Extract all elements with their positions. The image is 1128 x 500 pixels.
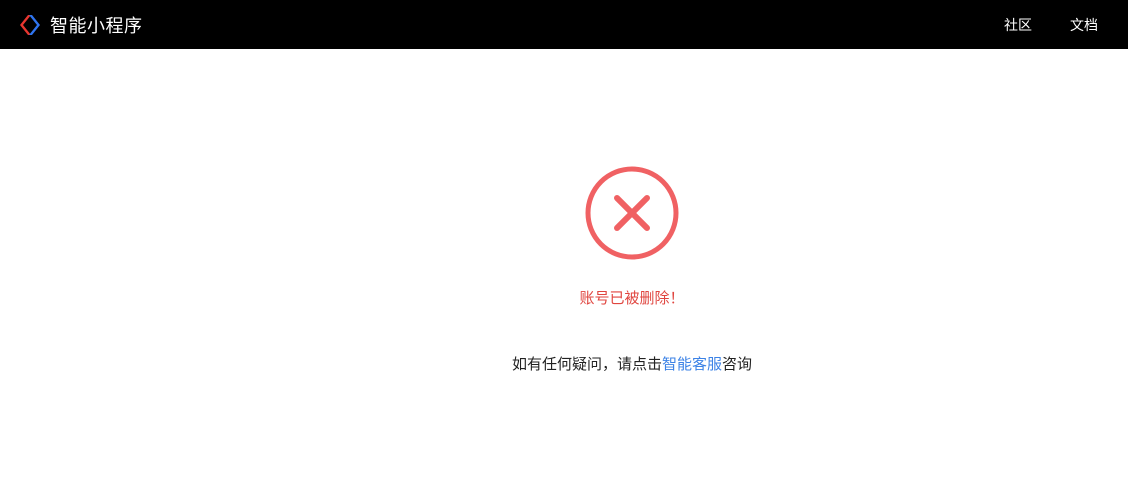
top-navbar: 智能小程序 社区 文档: [0, 0, 1128, 49]
top-nav: 社区 文档: [966, 0, 1098, 49]
error-x-circle-icon: [585, 166, 679, 260]
nav-link-community[interactable]: 社区: [1004, 15, 1032, 35]
main-content: 账号已被删除！ 如有任何疑问，请点击智能客服咨询: [0, 49, 1128, 500]
account-deleted-message: 账号已被删除！: [579, 289, 685, 307]
brand-title: 智能小程序: [50, 15, 143, 37]
help-text-prefix: 如有任何疑问，请点击: [511, 355, 662, 373]
help-text: 如有任何疑问，请点击智能客服咨询: [0, 353, 1128, 374]
smart-miniprogram-logo-icon: [20, 14, 40, 35]
nav-link-docs[interactable]: 文档: [1070, 15, 1098, 35]
help-text-suffix: 咨询: [722, 355, 753, 373]
brand-home-link[interactable]: 智能小程序: [18, 0, 143, 49]
smart-customer-service-link[interactable]: 智能客服: [662, 355, 722, 373]
